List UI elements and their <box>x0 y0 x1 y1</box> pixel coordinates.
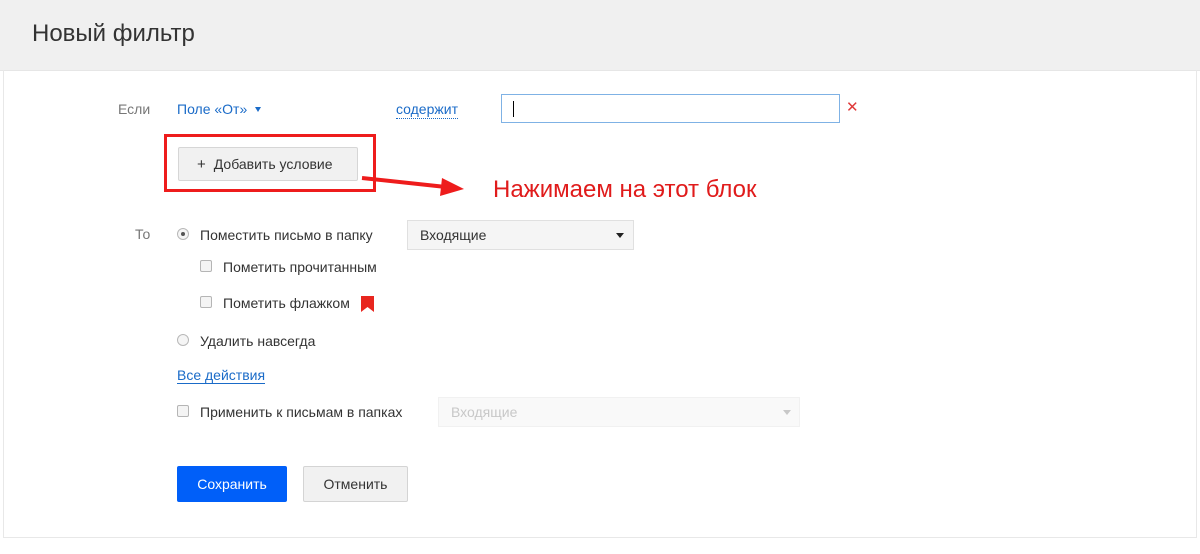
save-button[interactable]: Сохранить <box>177 466 287 502</box>
then-label: То <box>135 226 151 242</box>
field-select-label: Поле «От» <box>177 101 248 117</box>
mark-flag-label: Пометить флажком <box>223 295 350 311</box>
page-title: Новый фильтр <box>32 20 195 47</box>
remove-condition-icon[interactable]: ✕ <box>846 100 859 116</box>
page-header: Новый фильтр <box>0 0 1200 71</box>
mark-read-checkbox[interactable] <box>200 260 212 272</box>
dropdown-arrow-icon <box>616 233 624 238</box>
mark-read-label: Пометить прочитанным <box>223 259 377 275</box>
folder-select-value: Входящие <box>420 227 487 243</box>
cancel-button[interactable]: Отменить <box>303 466 408 502</box>
operator-label: содержит <box>396 101 458 119</box>
all-actions-label: Все действия <box>177 367 266 384</box>
delete-forever-radio[interactable] <box>177 334 189 346</box>
caret-down-icon <box>255 106 262 112</box>
operator-select[interactable]: содержит <box>396 101 458 119</box>
annotation-text: Нажимаем на этот блок <box>493 176 757 203</box>
folder-select[interactable]: Входящие <box>407 220 634 250</box>
apply-folder-select-value: Входящие <box>451 404 518 420</box>
all-actions-link[interactable]: Все действия <box>177 367 266 384</box>
apply-to-folders-label: Применить к письмам в папках <box>200 404 403 420</box>
dropdown-arrow-icon <box>783 410 791 415</box>
move-to-folder-label: Поместить письмо в папку <box>200 227 373 243</box>
delete-forever-label: Удалить навсегда <box>200 333 316 349</box>
flag-icon <box>361 296 374 312</box>
mark-flag-checkbox[interactable] <box>200 296 212 308</box>
condition-value-input[interactable] <box>501 94 840 123</box>
apply-folder-select[interactable]: Входящие <box>438 397 800 427</box>
annotation-highlight-box <box>164 134 376 192</box>
annotation-arrow-icon <box>361 176 464 196</box>
apply-to-folders-checkbox[interactable] <box>177 405 189 417</box>
field-select[interactable]: Поле «От» <box>177 101 262 117</box>
text-cursor <box>513 101 514 117</box>
move-to-folder-radio[interactable] <box>177 228 189 240</box>
if-label: Если <box>118 101 151 117</box>
